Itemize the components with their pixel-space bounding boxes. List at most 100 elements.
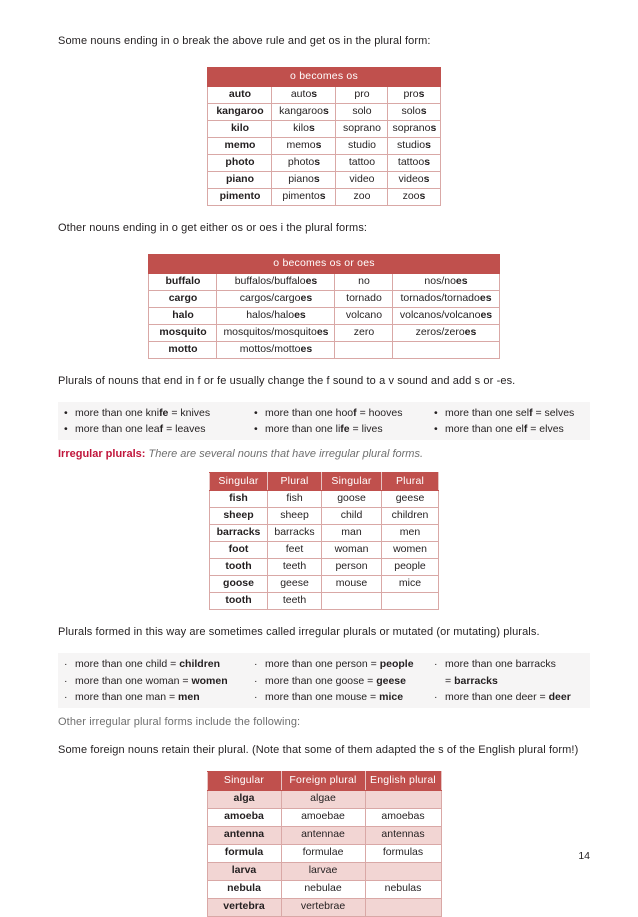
cell-singular: barracks <box>209 524 268 543</box>
cell-singular: auto <box>207 85 273 104</box>
column-header: Plural <box>381 471 439 492</box>
paragraph-intro-os-oes: Other nouns ending in o get either os or… <box>58 221 368 234</box>
cell-empty <box>392 340 500 359</box>
column-header: Foreign plural <box>280 771 366 791</box>
table-row: tooth teeth person people <box>209 558 439 577</box>
cell-foreign-plural: vertebrae <box>280 897 366 917</box>
list-item: • more than one knife = knives <box>64 405 254 421</box>
cell-singular: zoo <box>335 187 389 206</box>
cell-plural: buffalos/buffaloes <box>216 272 336 291</box>
cell-empty <box>321 592 382 611</box>
cell-plural: cargos/cargoes <box>216 289 336 308</box>
table-row: kilo kilos soprano sopranos <box>207 119 441 138</box>
cell-foreign-plural: algae <box>280 789 366 809</box>
cell-plural: mottos/mottoes <box>216 340 336 359</box>
cell-singular: video <box>335 170 389 189</box>
list-item-text: more than one leaf = leaves <box>75 422 206 435</box>
table-row: photo photos tattoo tattoos <box>207 153 441 172</box>
bullet-column-2: · more than one person = people · more than… <box>254 656 434 705</box>
cell-foreign-plural: nebulae <box>280 879 366 899</box>
list-item: • more than one hoof = hooves <box>254 405 434 421</box>
table-o-becomes-os: o becomes os auto autos pro pros kangaroo kan… <box>207 66 441 206</box>
cell-english-plural: formulas <box>364 843 442 863</box>
cell-plural: zeros/zeroes <box>392 323 500 342</box>
cell-singular: memo <box>207 136 273 155</box>
cell-plural: halos/haloes <box>216 306 336 325</box>
paragraph-intro-os: Some nouns ending in o break the above r… <box>58 35 431 47</box>
cell-plural: people <box>381 558 439 577</box>
bullet-icon: • <box>254 422 258 435</box>
column-header: Singular <box>321 471 382 492</box>
cell-singular: child <box>321 507 382 526</box>
paragraph-foreign-nouns: Some foreign nouns retain their plural. … <box>58 744 579 757</box>
cell-foreign-plural: larvae <box>280 861 366 881</box>
table-row: amoeba amoebae amoebas <box>206 807 442 827</box>
table-row: vertebra vertebrae <box>206 897 442 917</box>
list-item-text: more than one mouse = mice <box>265 690 404 703</box>
cell-singular: halo <box>148 306 218 325</box>
cell-singular: alga <box>206 789 282 809</box>
bullet-column-1: · more than one child = children · more tha… <box>58 656 254 705</box>
cell-english-plural <box>364 861 442 881</box>
irregular-plurals-description: There are several nouns that have irregu… <box>148 448 424 461</box>
cell-plural: women <box>381 541 439 560</box>
list-item-text: more than one knife = knives <box>75 406 211 419</box>
table-row: barracks barracks man men <box>209 524 439 543</box>
table-header-row: Singular Foreign plural English plural <box>206 771 442 791</box>
list-item-text: more than one life = lives <box>265 422 383 435</box>
cell-singular: nebula <box>206 879 282 899</box>
cell-singular: vertebra <box>206 897 282 917</box>
bullet-icon: · <box>64 690 68 703</box>
cell-singular: foot <box>209 541 268 560</box>
list-item: • more than one self = selves <box>434 405 594 421</box>
cell-singular: kangaroo <box>207 102 273 121</box>
cell-plural: photos <box>271 153 337 172</box>
cell-singular: man <box>321 524 382 543</box>
cell-plural: teeth <box>267 592 322 611</box>
list-item: · more than one barracks <box>434 656 594 672</box>
list-item-text: more than one self = selves <box>445 406 575 419</box>
table-row: alga algae <box>206 789 442 809</box>
table-header-row: Singular Plural Singular Plural <box>209 471 439 492</box>
cell-singular: mouse <box>321 575 382 594</box>
table-title-os-or-oes: o becomes os or oes <box>148 253 500 274</box>
bullet-column-1: • more than one knife = knives • more than … <box>58 405 254 438</box>
bullet-icon: · <box>64 674 68 687</box>
cell-plural: videos <box>387 170 441 189</box>
cell-plural: mice <box>381 575 439 594</box>
table-row: antenna antennae antennas <box>206 825 442 845</box>
bullet-list-f-fe: • more than one knife = knives • more than … <box>58 401 590 441</box>
cell-singular: studio <box>335 136 389 155</box>
table-row: larva larvae <box>206 861 442 881</box>
cell-plural: sopranos <box>387 119 441 138</box>
cell-singular: piano <box>207 170 273 189</box>
irregular-plurals-note: Irregular plurals: There are several nou… <box>58 446 590 463</box>
bullet-column-2: • more than one hoof = hooves • more than o… <box>254 405 434 438</box>
cell-english-plural: nebulas <box>364 879 442 899</box>
column-header: Plural <box>267 471 322 492</box>
cell-singular: fish <box>209 490 268 509</box>
cell-singular: tooth <box>209 558 268 577</box>
table-row: tooth teeth <box>209 592 439 611</box>
bullet-icon: • <box>434 422 438 435</box>
table-row: mosquito mosquitos/mosquitoes zero zeros/ze… <box>148 323 500 342</box>
cell-plural: kangaroos <box>271 102 337 121</box>
cell-plural: barracks <box>267 524 322 543</box>
list-item: · more than one woman = women <box>64 673 254 689</box>
bullet-icon: · <box>254 690 258 703</box>
cell-plural: pimentos <box>271 187 337 206</box>
cell-plural: memos <box>271 136 337 155</box>
paragraph-other-irregular: Other irregular plural forms include the… <box>58 716 301 729</box>
bullet-icon: · <box>434 690 438 703</box>
table-body-irregular: fish fish goose geese sheep sheep child childre… <box>209 490 439 611</box>
cell-plural: mosquitos/mosquitoes <box>216 323 336 342</box>
cell-singular: buffalo <box>148 272 218 291</box>
cell-singular: formula <box>206 843 282 863</box>
table-row: auto autos pro pros <box>207 85 441 104</box>
list-item-text: more than one child = children <box>75 658 221 671</box>
